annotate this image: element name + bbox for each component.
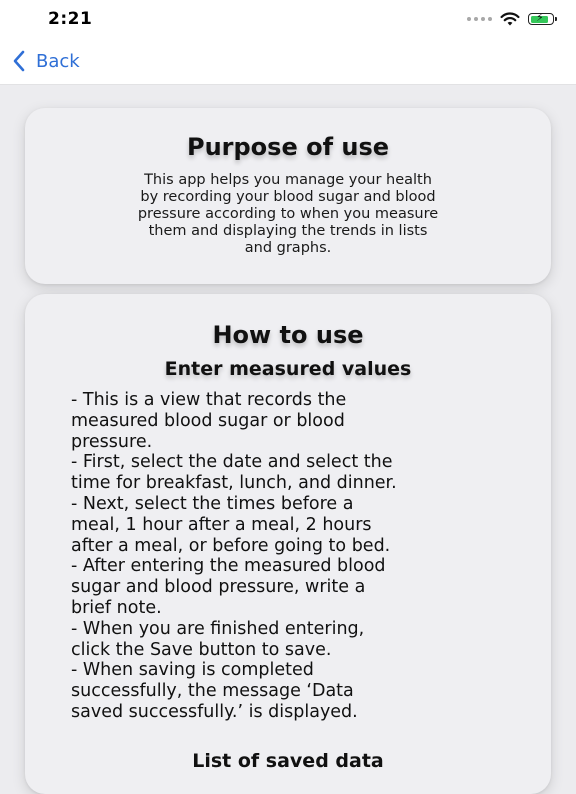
status-icons: ⚡ [467, 11, 557, 26]
how-to-line: saved successfully.’ is displayed. [71, 701, 358, 722]
how-to-line: time for breakfast, lunch, and dinner. [71, 473, 397, 494]
purpose-line: and graphs. [244, 240, 332, 256]
how-to-line: - This is a view that records the [71, 390, 347, 410]
how-to-line: measured blood sugar or blood [71, 410, 345, 431]
battery-charging-icon: ⚡ [528, 11, 557, 25]
back-button[interactable]: Back [12, 50, 80, 72]
how-to-line: - When saving is completed [71, 660, 314, 681]
how-to-line: - Next, select the times before a [71, 493, 354, 514]
purpose-text: This app helps you manage your health by… [53, 172, 523, 257]
purpose-title: Purpose of use [186, 133, 390, 161]
how-to-line: - After entering the measured blood [71, 556, 386, 577]
how-to-steps: - This is a view that records the measur… [71, 390, 527, 723]
how-to-line: sugar and blood pressure, write a [71, 577, 366, 598]
how-to-line: after a meal, or before going to bed. [71, 535, 391, 556]
how-to-line: - First, select the date and select the [71, 452, 393, 473]
back-button-label: Back [36, 50, 80, 72]
purpose-line: This app helps you manage your health [144, 172, 432, 188]
purpose-card: Purpose of use This app helps you manage… [25, 108, 551, 284]
how-to-line: pressure. [71, 431, 153, 452]
navigation-bar: Back [0, 40, 576, 85]
wifi-icon [500, 12, 520, 26]
chevron-left-icon [13, 50, 25, 72]
how-to-line: - When you are finished entering, [71, 618, 365, 639]
purpose-line: by recording your blood sugar and blood [140, 189, 436, 205]
purpose-line: pressure according to when you measure [137, 206, 439, 222]
lightning-icon: ⚡ [536, 11, 544, 24]
status-time: 2:21 [48, 9, 93, 29]
how-to-subtitle: Enter measured values [164, 358, 412, 380]
how-to-line: successfully, the message ‘Data [71, 681, 354, 702]
how-to-title: How to use [212, 321, 364, 349]
signal-dots-icon [467, 17, 492, 21]
saved-data-heading: List of saved data [192, 750, 384, 772]
purpose-line: them and displaying the trends in lists [148, 223, 428, 239]
how-to-line: click the Save button to save. [71, 639, 332, 660]
how-to-line: meal, 1 hour after a meal, 2 hours [71, 514, 372, 535]
how-to-card: How to use Enter measured values - This … [25, 294, 551, 794]
status-bar: 2:21 ⚡ [0, 0, 576, 40]
how-to-line: brief note. [71, 597, 162, 618]
